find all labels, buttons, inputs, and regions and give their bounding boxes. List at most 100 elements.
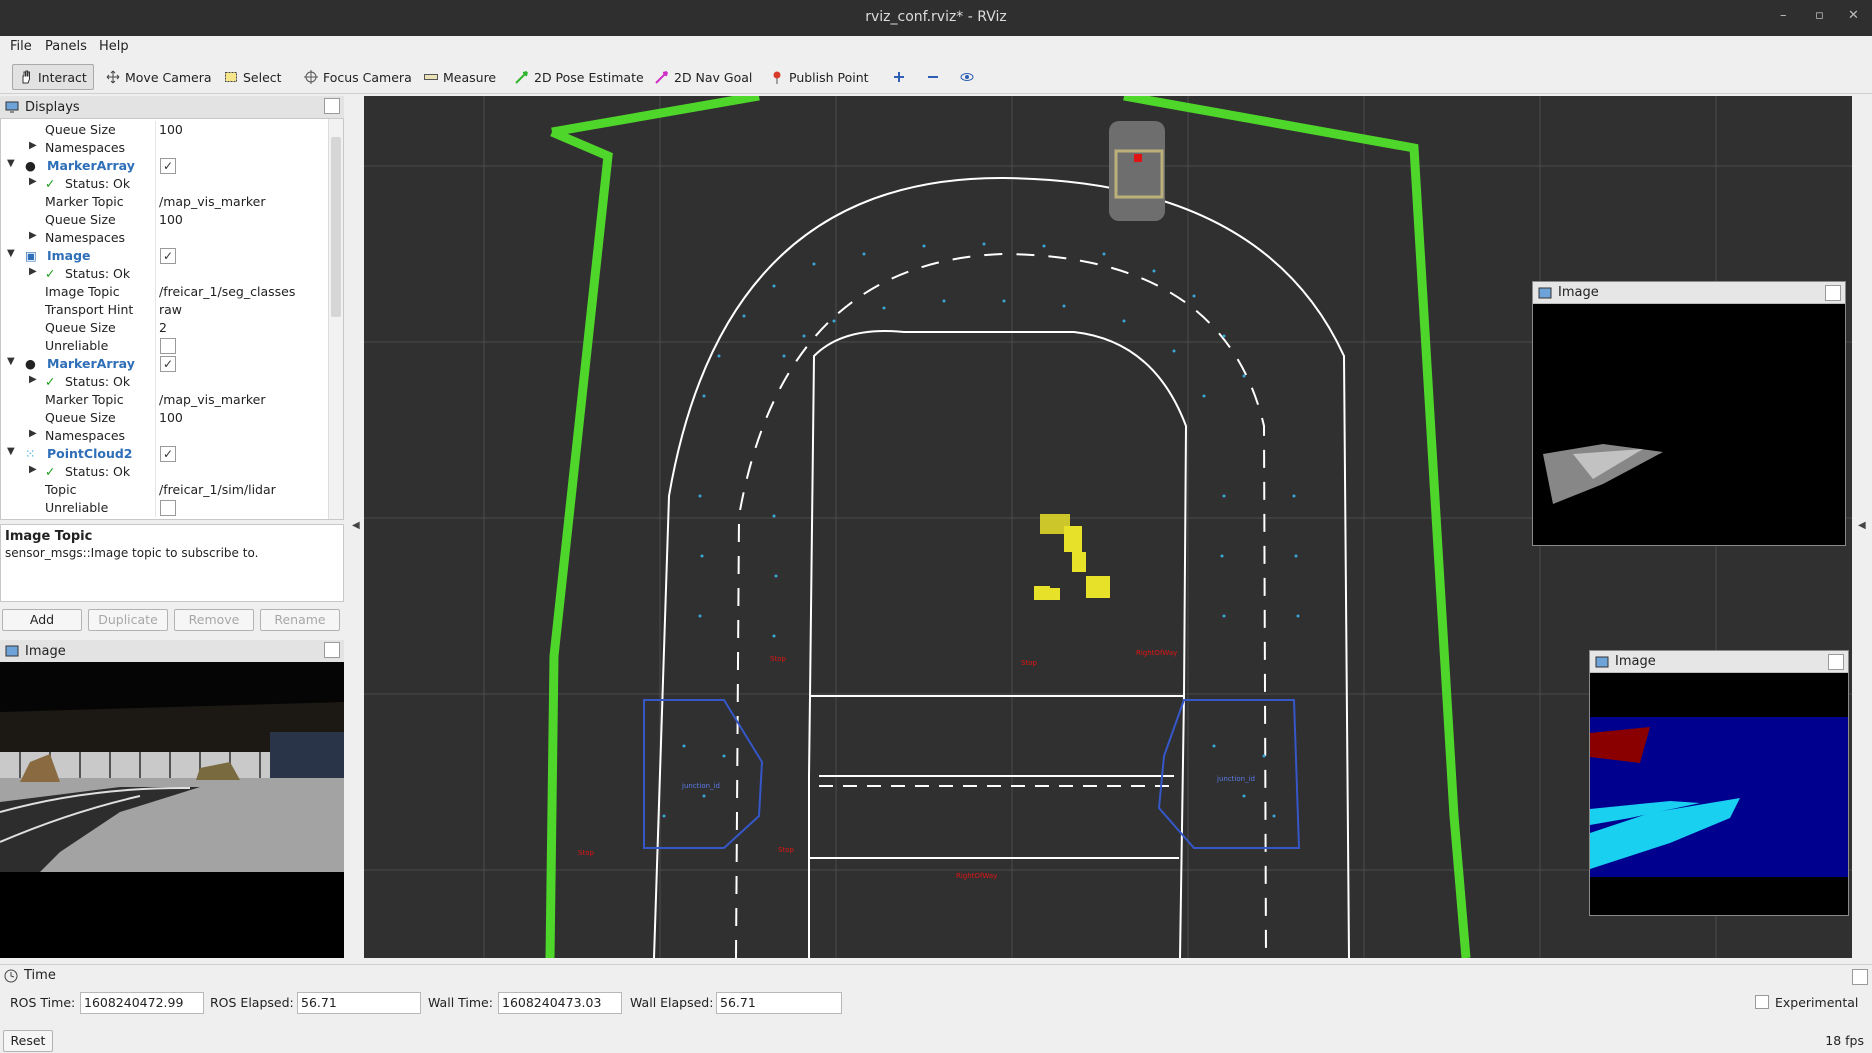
column-divider [155,121,156,139]
tree-row[interactable]: Queue Size 100 [1,121,327,139]
prop-value[interactable]: 100 [159,122,183,137]
tree-row[interactable]: Marker Topic/map_vis_marker [1,193,327,211]
add-button[interactable]: Add [2,609,82,631]
render-viewport[interactable]: Stop Stop Stop Stop RightOfWay RightOfWa… [364,96,1852,958]
tree-row[interactable]: ▶ ✓ Status: Ok [1,463,327,481]
overlay-title: Image [1558,285,1599,300]
prop-label: Image Topic [45,284,120,299]
tree-row[interactable]: ▶ ✓ Status: Ok [1,175,327,193]
menu-help[interactable]: Help [99,39,129,54]
unreliable-checkbox[interactable] [160,338,176,354]
tree-row[interactable]: Topic/freicar_1/sim/lidar [1,481,327,499]
expand-arrow-icon[interactable]: ▶ [29,230,37,241]
prop-value[interactable]: /freicar_1/seg_classes [159,284,295,299]
displays-panel-float[interactable] [324,98,340,114]
boundary-line [551,96,760,137]
wall-elapsed-field[interactable]: 56.71 [716,992,842,1014]
enable-checkbox[interactable]: ✓ [160,158,176,174]
prop-value[interactable]: 100 [159,212,183,227]
tree-row[interactable]: ▶ Namespaces [1,139,327,157]
expand-arrow-icon[interactable]: ▶ [29,176,37,187]
tree-row[interactable]: Transport Hint raw [1,301,327,319]
collapse-arrow-icon[interactable]: ▼ [7,158,15,169]
menu-panels[interactable]: Panels [45,39,87,54]
expand-arrow-icon[interactable]: ▶ [29,428,37,439]
prop-value[interactable]: /map_vis_marker [159,194,265,209]
close-button[interactable]: ✕ [1848,8,1859,23]
image-overlay-grayscale[interactable]: Image [1532,281,1846,546]
overlay-header: Image [1590,651,1848,673]
enable-checkbox[interactable]: ✓ [160,248,176,264]
ros-elapsed-label: ROS Elapsed: [210,995,294,1010]
collapse-left-arrow-icon[interactable]: ◀ [352,520,360,531]
tree-row[interactable]: Queue Size 2 [1,319,327,337]
enable-checkbox[interactable]: ✓ [160,446,176,462]
rename-button[interactable]: Rename [260,609,340,631]
tree-row[interactable]: Unreliable [1,337,327,355]
tree-row[interactable]: ▼ ● MarkerArray ✓ [1,355,327,373]
prop-value[interactable]: 2 [159,320,167,335]
nav-goal-tool[interactable]: 2D Nav Goal [649,64,758,90]
select-tool[interactable]: Select [218,64,288,90]
tree-row[interactable]: ▶ Namespaces [1,229,327,247]
prop-value[interactable]: /freicar_1/sim/lidar [159,482,276,497]
maximize-button[interactable]: ▫ [1815,8,1824,23]
collapse-arrow-icon[interactable]: ▼ [7,356,15,367]
tree-row[interactable]: ▶ Namespaces [1,427,327,445]
menu-file[interactable]: File [10,39,32,54]
measure-tool[interactable]: Measure [418,64,502,90]
image-panel-float[interactable] [324,642,340,658]
tree-row[interactable]: ▶ ✓ Status: Ok [1,265,327,283]
tree-row[interactable]: Marker Topic/map_vis_marker [1,391,327,409]
expand-arrow-icon[interactable]: ▶ [29,464,37,475]
ros-elapsed-field[interactable]: 56.71 [297,992,421,1014]
expand-arrow-icon[interactable]: ▶ [29,266,37,277]
tree-row[interactable]: ▶ ✓ Status: Ok [1,373,327,391]
tree-row[interactable]: Queue Size 100 [1,211,327,229]
tree-scrollbar[interactable] [328,119,343,519]
column-divider [155,463,156,481]
wall-time-label: Wall Time: [428,995,493,1010]
collapse-right-arrow-icon[interactable]: ◀ [1858,520,1866,531]
time-panel-float[interactable] [1852,969,1868,985]
interact-tool[interactable]: Interact [12,64,94,90]
expand-arrow-icon[interactable]: ▶ [29,374,37,385]
pose-estimate-tool[interactable]: 2D Pose Estimate [509,64,650,90]
duplicate-button[interactable]: Duplicate [88,609,168,631]
tree-row[interactable]: Unreliable [1,499,327,517]
expand-arrow-icon[interactable]: ▶ [29,140,37,151]
minimize-button[interactable]: – [1780,8,1787,23]
prop-value[interactable]: raw [159,302,182,317]
tree-row[interactable]: Image Topic/freicar_1/seg_classes [1,283,327,301]
experimental-checkbox[interactable] [1755,995,1769,1009]
nav-goal-arrow-icon [655,71,668,84]
prop-value[interactable]: /map_vis_marker [159,392,265,407]
publish-point-tool[interactable]: Publish Point [764,64,875,90]
collapse-arrow-icon[interactable]: ▼ [7,446,15,457]
wall-time-field[interactable]: 1608240473.03 [498,992,622,1014]
tree-row[interactable]: ▼ ▣ Image ✓ [1,247,327,265]
prop-label: Unreliable [45,338,109,353]
collapse-arrow-icon[interactable]: ▼ [7,248,15,259]
remove-button[interactable]: Remove [174,609,254,631]
tree-row[interactable]: ▼ ⁙ PointCloud2 ✓ [1,445,327,463]
ros-time-field[interactable]: 1608240472.99 [80,992,204,1014]
overlay-float[interactable] [1828,654,1844,670]
segmentation-image [1590,673,1848,915]
unreliable-checkbox[interactable] [160,500,176,516]
column-divider [155,373,156,391]
scrollbar-thumb[interactable] [331,137,341,317]
remove-tool-button[interactable] [920,64,946,90]
enable-checkbox[interactable]: ✓ [160,356,176,372]
image-overlay-segmentation[interactable]: Image [1589,650,1849,916]
move-camera-tool[interactable]: Move Camera [100,64,218,90]
view-options-button[interactable] [954,64,980,90]
overlay-float[interactable] [1825,285,1841,301]
prop-value[interactable]: 100 [159,410,183,425]
tree-row[interactable]: ▼ ● MarkerArray ✓ [1,157,327,175]
focus-camera-tool[interactable]: Focus Camera [298,64,418,90]
tree-row[interactable]: Queue Size 100 [1,409,327,427]
prop-label: Marker Topic [45,194,124,209]
add-tool-button[interactable] [886,64,912,90]
reset-button[interactable]: Reset [3,1030,53,1052]
